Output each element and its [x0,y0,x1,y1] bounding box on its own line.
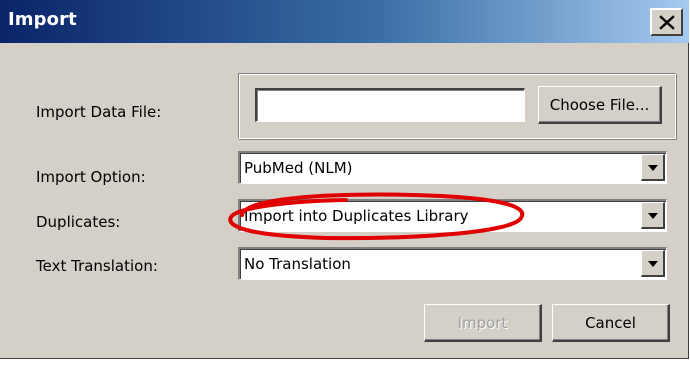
duplicates-label: Duplicates: [36,213,121,231]
text-translation-label: Text Translation: [36,257,158,275]
text-translation-dropdown-button[interactable] [641,250,665,277]
import-option-label: Import Option: [36,168,146,186]
import-data-file-input[interactable] [255,88,525,122]
close-icon [659,15,675,30]
import-option-dropdown-button[interactable] [641,154,665,181]
duplicates-value: Import into Duplicates Library [244,207,469,225]
import-dialog: Import Import Data File: Import Option: … [0,0,689,359]
chevron-down-icon [648,261,658,267]
close-button[interactable] [650,8,683,36]
import-option-select[interactable]: PubMed (NLM) [238,151,667,184]
duplicates-dropdown-button[interactable] [641,202,665,229]
text-translation-value: No Translation [244,255,351,273]
duplicates-select[interactable]: Import into Duplicates Library [238,199,667,232]
choose-file-button[interactable]: Choose File... [538,86,662,124]
import-data-file-label: Import Data File: [36,103,162,121]
text-translation-select[interactable]: No Translation [238,247,667,280]
chevron-down-icon [648,213,658,219]
title-bar[interactable]: Import [0,0,689,43]
chevron-down-icon [648,165,658,171]
cancel-button[interactable]: Cancel [552,304,670,342]
import-option-value: PubMed (NLM) [244,159,353,177]
import-button[interactable]: Import [424,304,542,342]
window-title: Import [8,9,77,30]
